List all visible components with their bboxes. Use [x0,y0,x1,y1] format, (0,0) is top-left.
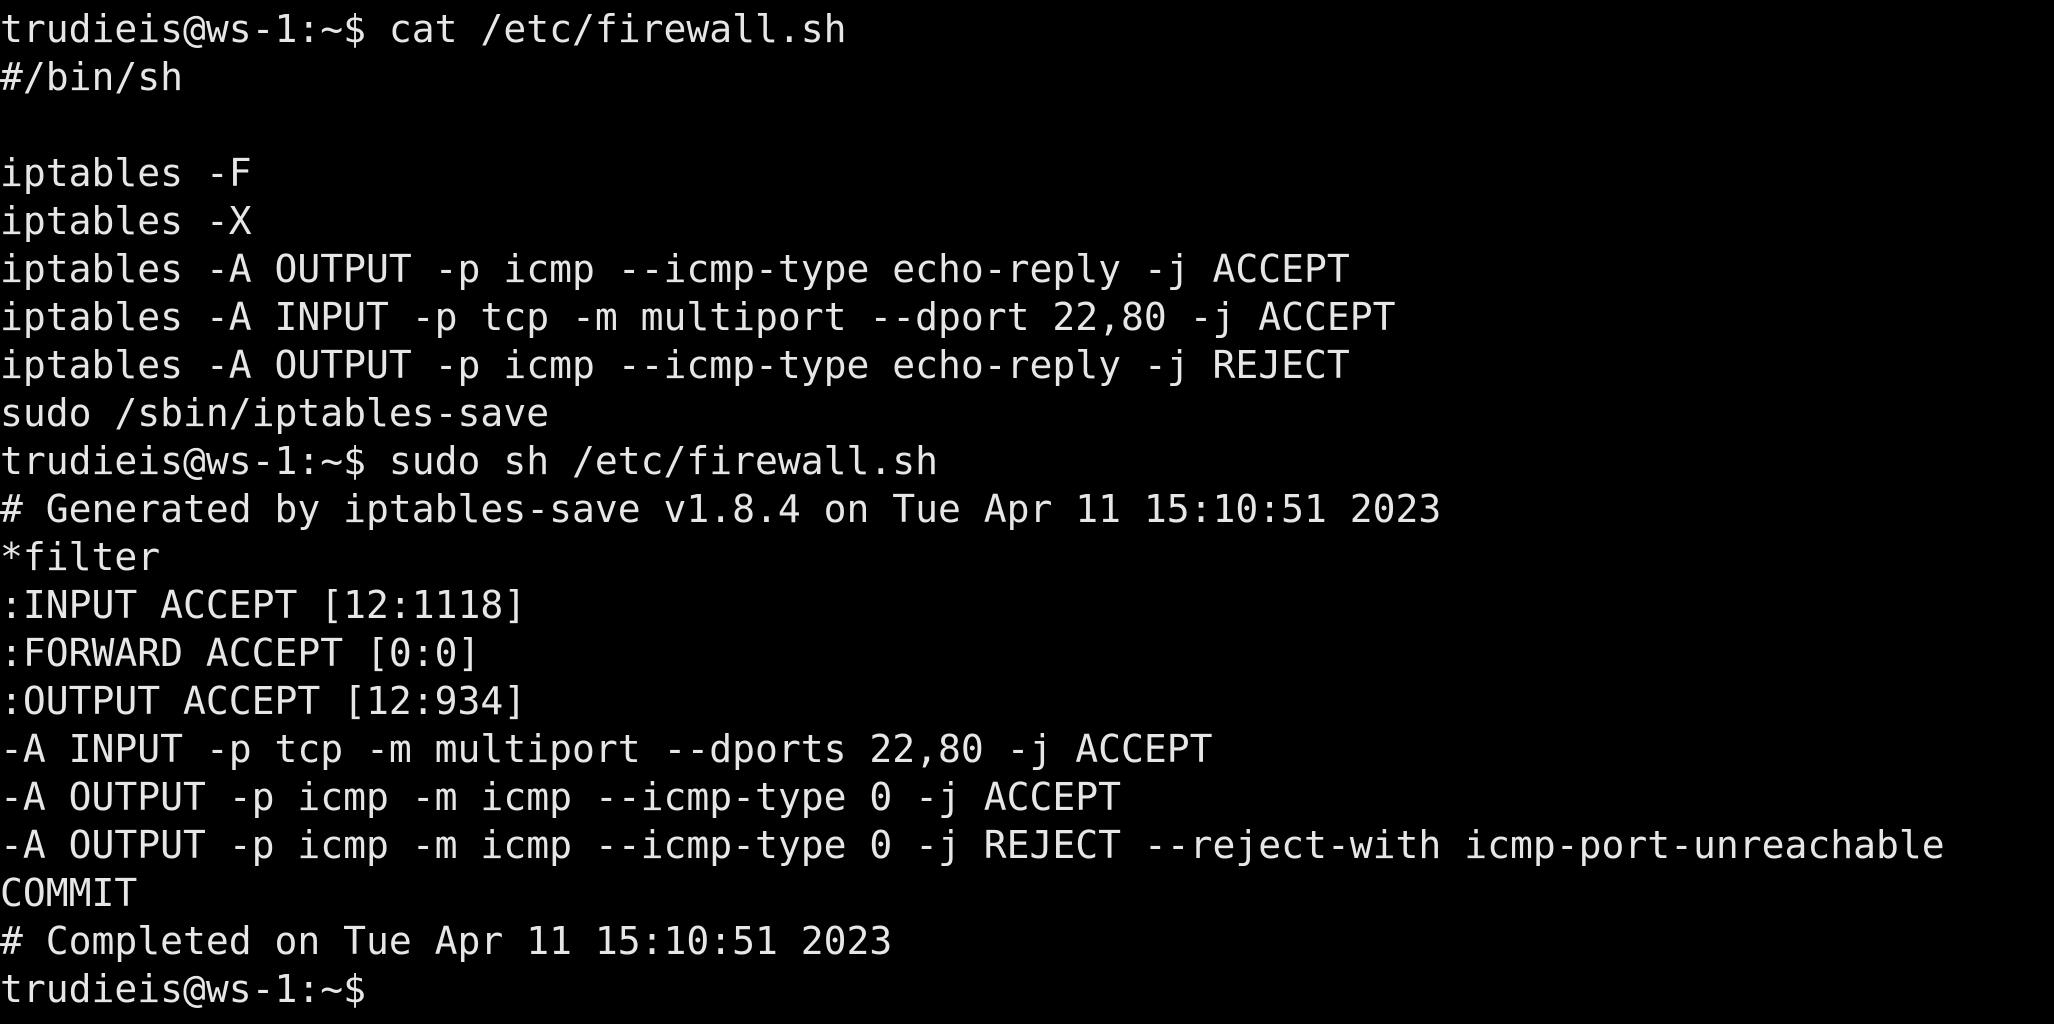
terminal-window[interactable]: trudieis@ws-1:~$ cat /etc/firewall.sh #/… [0,0,2054,1024]
terminal-line: iptables -A INPUT -p tcp -m multiport --… [0,295,1396,339]
command-prompt[interactable]: trudieis@ws-1:~$ [0,965,2054,1013]
terminal-line: #/bin/sh [0,55,184,99]
terminal-line: # Completed on Tue Apr 11 15:10:51 2023 [0,919,893,963]
terminal-line: # Generated by iptables-save v1.8.4 on T… [0,487,1442,531]
terminal-line: -A INPUT -p tcp -m multiport --dports 22… [0,727,1213,771]
terminal-line: trudieis@ws-1:~$ cat /etc/firewall.sh [0,7,847,51]
terminal-line: COMMIT [0,871,138,915]
terminal-line: trudieis@ws-1:~$ sudo sh /etc/firewall.s… [0,439,938,483]
terminal-line: iptables -A OUTPUT -p icmp --icmp-type e… [0,343,1350,387]
terminal-line: :FORWARD ACCEPT [0:0] [0,631,481,675]
terminal-line: iptables -F [0,151,252,195]
terminal-line: -A OUTPUT -p icmp -m icmp --icmp-type 0 … [0,823,1945,867]
terminal-line: sudo /sbin/iptables-save [0,391,550,435]
terminal-line: iptables -X [0,199,252,243]
terminal-line: iptables -A OUTPUT -p icmp --icmp-type e… [0,247,1350,291]
terminal-line: :INPUT ACCEPT [12:1118] [0,583,527,627]
terminal-line: -A OUTPUT -p icmp -m icmp --icmp-type 0 … [0,775,1122,819]
terminal-line: :OUTPUT ACCEPT [12:934] [0,679,527,723]
terminal-line: *filter [0,535,161,579]
